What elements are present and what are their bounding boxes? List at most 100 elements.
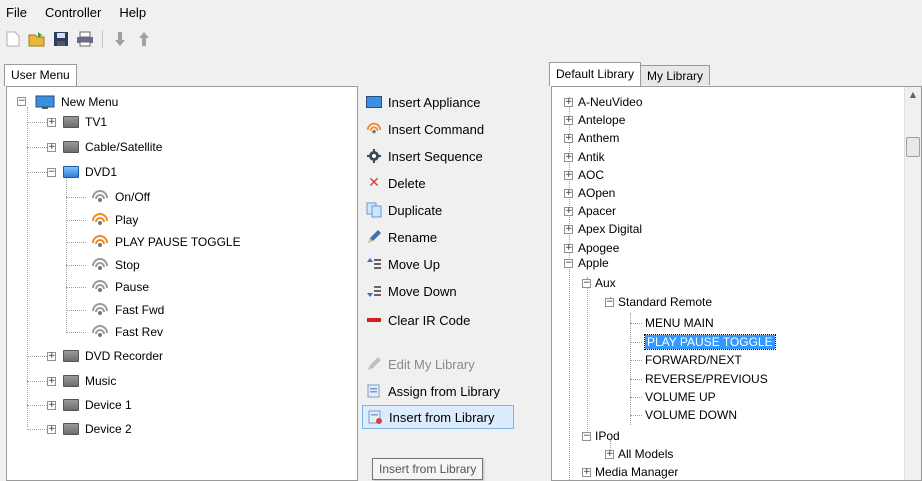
duplicate-button[interactable]: Duplicate [362,198,514,222]
command-item-on-off[interactable]: On/Off [91,188,150,206]
delete-x-icon: ✕ [368,175,380,191]
tree-item-device-2[interactable]: Device 2 [63,420,132,438]
tree-item-new-menu[interactable]: New Menu [35,93,118,111]
library-item-brand[interactable]: Apex Digital [578,220,642,238]
command-item-play[interactable]: Play [91,211,138,229]
library-item-all-models[interactable]: All Models [618,445,673,463]
library-item-brand[interactable]: A-NeuVideo [578,93,643,111]
library-item-media-manager[interactable]: Media Manager [595,463,678,480]
library-command-forward-next[interactable]: FORWARD/NEXT [645,351,742,369]
new-document-icon[interactable] [4,30,22,48]
remote-signal-gray-icon [91,190,109,204]
action-label: Assign from Library [388,383,500,399]
edit-my-library-button[interactable]: Edit My Library [362,352,514,376]
open-folder-icon[interactable] [28,30,46,48]
library-item-standard-remote[interactable]: Standard Remote [618,293,712,311]
tab-user-menu[interactable]: User Menu [4,64,77,86]
command-item-play-pause-toggle[interactable]: PLAY PAUSE TOGGLE [91,233,241,251]
library-item-brand[interactable]: Anthem [578,129,619,147]
expand-media-manager-icon[interactable]: + [582,468,591,477]
expand-brand-icon[interactable]: + [564,189,573,198]
tree-item-tv1[interactable]: TV1 [63,113,107,131]
library-item-brand[interactable]: AOC [578,166,604,184]
insert-appliance-button[interactable]: Insert Appliance [362,90,514,114]
tab-user-menu-label: User Menu [11,68,70,82]
expand-brand-icon[interactable]: + [564,225,573,235]
collapse-new-menu-icon[interactable]: − [17,97,26,106]
library-command-label: VOLUME DOWN [645,408,738,422]
menu-file[interactable]: File [6,5,27,20]
collapse-apple-icon[interactable]: − [564,259,573,268]
collapse-aux-icon[interactable]: − [582,279,591,288]
library-command-reverse-previous[interactable]: REVERSE/PREVIOUS [645,370,768,388]
collapse-standard-remote-icon[interactable]: − [605,298,614,307]
expand-brand-icon[interactable]: + [564,207,573,217]
tree-label: DVD1 [85,165,118,179]
expand-music-icon[interactable]: + [47,377,56,386]
library-item-apple[interactable]: Apple [578,254,609,272]
printer-icon[interactable] [76,30,94,48]
command-item-pause[interactable]: Pause [91,278,149,296]
expand-brand-icon[interactable]: + [564,98,573,107]
library-command-volume-up[interactable]: VOLUME UP [645,388,716,406]
command-item-fast-fwd[interactable]: Fast Fwd [91,301,164,319]
library-label: Apogee [578,240,620,255]
red-minus-icon [366,312,382,328]
expand-device1-icon[interactable]: + [47,401,56,410]
user-menu-tree[interactable]: − New Menu + TV1 + Cable/Satellite − DVD… [6,86,358,481]
insert-command-button[interactable]: Insert Command [362,117,514,141]
move-down-button[interactable]: Move Down [362,279,514,303]
expand-brand-icon[interactable]: + [564,243,573,253]
library-item-aux[interactable]: Aux [595,274,616,292]
collapse-dvd1-icon[interactable]: − [47,168,56,177]
tab-my-library[interactable]: My Library [640,65,711,85]
expand-tv1-icon[interactable]: + [47,118,56,127]
library-item-brand[interactable]: AOpen [578,184,615,202]
library-command-label: MENU MAIN [645,316,714,330]
library-command-volume-down[interactable]: VOLUME DOWN [645,406,737,424]
expand-brand-icon[interactable]: + [564,152,573,162]
menu-controller[interactable]: Controller [45,5,101,20]
expand-brand-icon[interactable]: + [564,116,573,126]
insert-from-library-button[interactable]: Insert from Library [362,405,514,429]
upload-arrow-icon[interactable] [135,30,153,48]
assign-from-library-button[interactable]: Assign from Library [362,379,514,403]
command-label: On/Off [115,190,151,204]
move-up-button[interactable]: Move Up [362,252,514,276]
tree-item-dvd1[interactable]: DVD1 [63,163,117,181]
tree-item-music[interactable]: Music [63,372,116,390]
library-command-menu-main[interactable]: MENU MAIN [645,314,714,332]
collapse-ipod-icon[interactable]: − [582,432,591,441]
library-item-ipod[interactable]: IPod [595,427,620,445]
insert-sequence-button[interactable]: Insert Sequence [362,144,514,168]
move-up-icon [366,256,382,272]
clear-ir-code-button[interactable]: Clear IR Code [362,308,514,332]
library-item-brand[interactable]: Apacer [578,202,616,220]
library-item-brand[interactable]: Antelope [578,111,625,129]
library-vertical-scrollbar[interactable]: ▲ [904,87,921,480]
expand-all-models-icon[interactable]: + [605,450,614,459]
save-icon[interactable] [52,30,70,48]
tree-label: Device 1 [85,398,132,412]
scroll-up-arrow-icon[interactable]: ▲ [905,87,921,103]
expand-device2-icon[interactable]: + [47,425,56,434]
library-tree[interactable]: + A-NeuVideo + Antelope + Anthem + Antik + AOC + AO… [551,86,922,481]
tree-item-device-1[interactable]: Device 1 [63,396,132,414]
expand-cable-icon[interactable]: + [47,143,56,152]
rename-button[interactable]: Rename [362,225,514,249]
expand-brand-icon[interactable]: + [564,170,573,180]
tab-default-library[interactable]: Default Library [549,62,642,86]
delete-button[interactable]: ✕ Delete [362,171,514,195]
download-arrow-icon[interactable] [111,30,129,48]
tree-item-dvd-recorder[interactable]: DVD Recorder [63,347,163,365]
tree-item-cable-satellite[interactable]: Cable/Satellite [63,138,162,156]
library-item-brand[interactable]: Antik [578,148,605,166]
library-command-play-pause-toggle[interactable]: PLAY PAUSE TOGGLE [644,333,776,351]
menu-help[interactable]: Help [119,5,146,20]
scrollbar-thumb[interactable] [906,137,920,157]
library-label: Apex Digital [578,222,643,237]
command-item-fast-rev[interactable]: Fast Rev [91,323,163,341]
command-item-stop[interactable]: Stop [91,256,140,274]
expand-brand-icon[interactable]: + [564,134,573,144]
expand-dvd-recorder-icon[interactable]: + [47,352,56,361]
